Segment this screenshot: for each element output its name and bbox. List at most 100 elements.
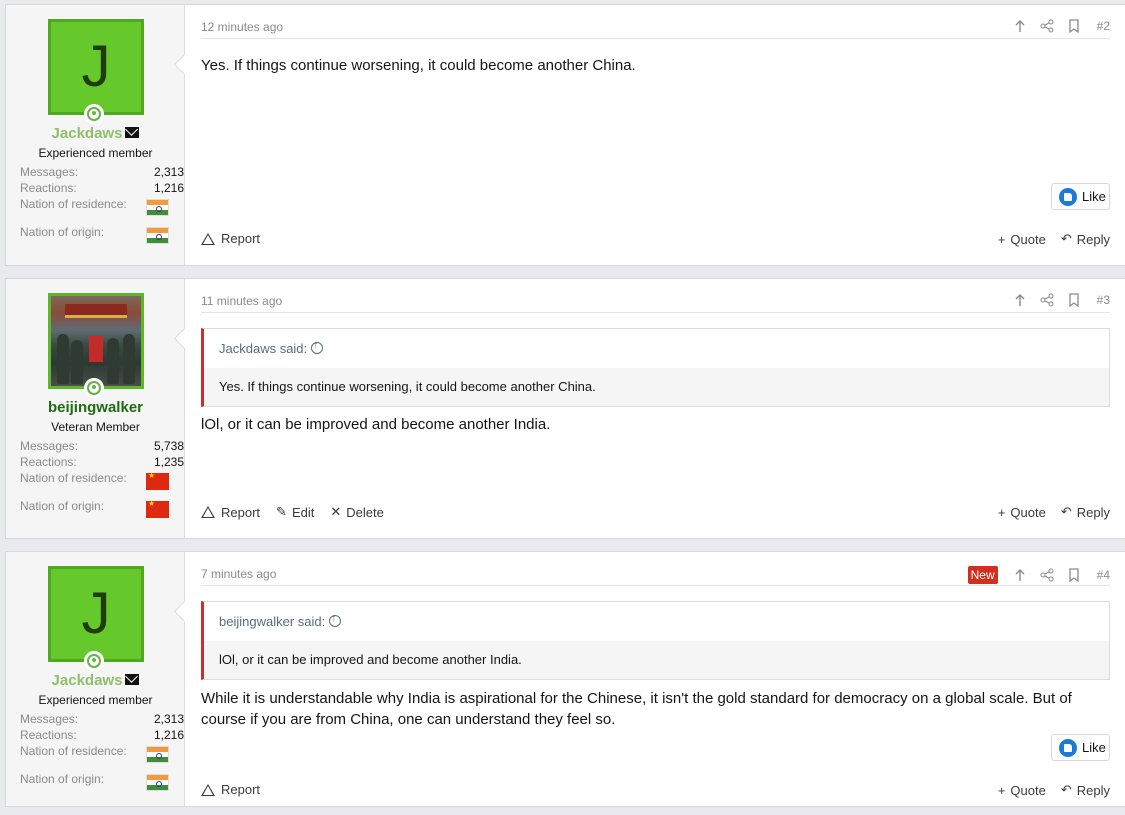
reply-button[interactable]: ↶ Reply — [1061, 231, 1110, 247]
share-icon[interactable] — [1040, 19, 1054, 33]
username-text[interactable]: Jackdaws — [52, 125, 123, 142]
quote-text: lOl, or it can be improved and become an… — [219, 652, 522, 667]
avatar[interactable]: J — [48, 19, 144, 115]
bookmark-icon[interactable] — [1067, 293, 1081, 307]
post-time[interactable]: 11 minutes ago — [201, 294, 282, 308]
share-icon[interactable] — [1040, 568, 1054, 582]
post-meta: 12 minutes ago #2 — [201, 19, 1110, 39]
reply-button[interactable]: ↶ Reply — [1061, 504, 1110, 520]
like-label: Like — [1082, 189, 1106, 204]
username[interactable]: Jackdaws — [6, 672, 185, 689]
reply-button[interactable]: ↶ Reply — [1061, 782, 1110, 798]
quote-block: beijingwalker said: lOl, or it can be im… — [201, 601, 1110, 680]
quote-header[interactable]: Jackdaws said: — [204, 329, 1109, 368]
post-icons: #2 — [1000, 19, 1110, 33]
post-time[interactable]: 12 minutes ago — [201, 20, 283, 34]
mail-icon[interactable] — [125, 127, 140, 138]
username[interactable]: Jackdaws — [6, 125, 185, 142]
stat-label: Messages: — [20, 712, 79, 726]
reply-label: Reply — [1076, 504, 1110, 520]
like-button[interactable]: Like — [1051, 183, 1110, 210]
china-flag-icon — [146, 471, 169, 490]
mail-icon[interactable] — [125, 674, 140, 685]
avatar[interactable]: J — [48, 566, 144, 662]
stat-label: Nation of origin: — [20, 499, 105, 513]
stat-label: Nation of residence: — [20, 744, 127, 758]
user-title: Experienced member — [38, 693, 153, 707]
post-meta: 7 minutes ago New #4 — [201, 566, 1110, 586]
reply-icon: ↶ — [1060, 504, 1072, 519]
quote-block: Jackdaws said: Yes. If things continue w… — [201, 328, 1110, 407]
post-main: 12 minutes ago #2 Yes. If things continu… — [201, 5, 1110, 265]
stat-messages: Messages: 2,313 — [20, 165, 184, 179]
avatar[interactable] — [48, 293, 144, 389]
post-icons: #3 — [1000, 293, 1110, 307]
arrow-up-icon[interactable] — [1013, 19, 1027, 33]
post-icons: New #4 — [967, 566, 1110, 584]
post-3: beijingwalker Veteran Member Messages: 5,… — [5, 278, 1125, 539]
reply-label: Reply — [1076, 231, 1110, 247]
stat-label: Nation of residence: — [20, 471, 127, 485]
username-text[interactable]: Jackdaws — [52, 672, 123, 689]
user-title: Veteran Member — [51, 420, 140, 434]
post-main: 7 minutes ago New #4 beijingwalker said:… — [201, 552, 1110, 806]
like-icon — [1059, 739, 1077, 757]
warning-icon — [201, 232, 215, 245]
post-number[interactable]: #2 — [1097, 19, 1110, 33]
report-button[interactable]: Report — [201, 782, 260, 797]
close-icon: ✕ — [330, 504, 342, 519]
quote-button[interactable]: + Quote — [998, 231, 1046, 247]
user-cell: beijingwalker Veteran Member Messages: 5,… — [6, 279, 185, 538]
post-4: J Jackdaws Experienced member Messages: 2… — [5, 551, 1125, 807]
stat-reactions: Reactions: 1,235 — [20, 455, 184, 469]
like-button[interactable]: Like — [1051, 734, 1110, 761]
quote-header[interactable]: beijingwalker said: — [204, 602, 1109, 641]
quote-button[interactable]: + Quote — [998, 504, 1046, 520]
post-number[interactable]: #4 — [1097, 568, 1110, 582]
stat-reactions: Reactions: 1,216 — [20, 181, 184, 195]
edit-button[interactable]: ✎ Edit — [276, 504, 314, 520]
bookmark-icon[interactable] — [1067, 568, 1081, 582]
stat-value: 1,216 — [153, 181, 184, 195]
arrow-up-icon[interactable] — [1013, 293, 1027, 307]
online-indicator-icon — [84, 378, 104, 398]
india-flag-icon — [146, 227, 169, 244]
stat-messages: Messages: 5,738 — [20, 439, 184, 453]
post-number[interactable]: #3 — [1097, 293, 1110, 307]
username-text[interactable]: beijingwalker — [48, 399, 143, 416]
bookmark-icon[interactable] — [1067, 19, 1081, 33]
post-main: 11 minutes ago #3 Jackdaws said: Yes. If… — [201, 279, 1110, 538]
stat-label: Nation of origin: — [20, 225, 105, 239]
quote-button[interactable]: + Quote — [998, 782, 1046, 798]
reply-icon: ↶ — [1060, 782, 1072, 797]
quote-text: Yes. If things continue worsening, it co… — [219, 379, 596, 394]
india-flag-icon — [146, 774, 169, 791]
go-to-quote-icon[interactable] — [311, 340, 324, 354]
go-to-quote-icon[interactable] — [329, 613, 342, 627]
report-button[interactable]: Report — [201, 504, 260, 520]
quote-author[interactable]: Jackdaws said: — [219, 341, 307, 356]
arrow-up-icon[interactable] — [1013, 568, 1027, 582]
new-badge: New — [967, 566, 998, 584]
reply-icon: ↶ — [1060, 231, 1072, 246]
share-icon[interactable] — [1040, 293, 1054, 307]
delete-label: Delete — [346, 504, 384, 520]
like-label: Like — [1082, 740, 1106, 755]
stat-label: Nation of origin: — [20, 772, 105, 786]
china-flag-icon — [146, 499, 169, 518]
stat-value: 1,235 — [153, 455, 184, 469]
stat-label: Reactions: — [20, 181, 77, 195]
stat-messages: Messages: 2,313 — [20, 712, 184, 726]
post-meta: 11 minutes ago #3 — [201, 293, 1110, 313]
stat-value: 5,738 — [153, 439, 184, 453]
post-time[interactable]: 7 minutes ago — [201, 567, 276, 581]
warning-icon — [201, 506, 215, 518]
stat-value: 2,313 — [153, 165, 184, 179]
like-icon — [1059, 188, 1077, 206]
username[interactable]: beijingwalker — [6, 399, 185, 416]
stat-label: Reactions: — [20, 728, 77, 742]
pencil-icon: ✎ — [276, 504, 287, 519]
delete-button[interactable]: ✕ Delete — [330, 504, 383, 520]
quote-author[interactable]: beijingwalker said: — [219, 614, 325, 629]
report-button[interactable]: Report — [201, 231, 260, 246]
